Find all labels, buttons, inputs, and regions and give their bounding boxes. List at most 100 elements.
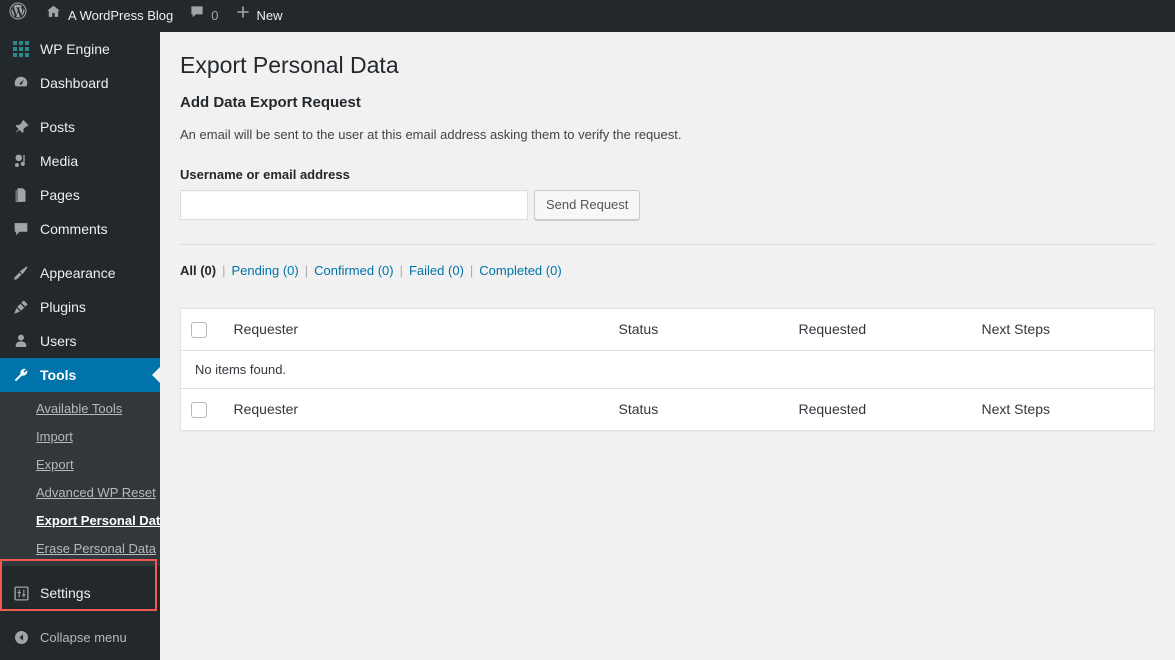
menu-separator [0, 246, 160, 256]
username-email-field-label: Username or email address [180, 166, 350, 182]
new-content-menu-item[interactable]: New [227, 0, 291, 32]
pages-icon [11, 185, 31, 205]
sidebar-item-label: Comments [40, 221, 108, 237]
export-requests-table: Requester Status Requested Next Steps No… [180, 307, 1155, 432]
table-head: Requester Status Requested Next Steps [180, 308, 1155, 351]
filter-link[interactable]: All (0) [180, 263, 216, 278]
table-header-row: Requester Status Requested Next Steps [180, 308, 1155, 351]
sidebar-item-label: Pages [40, 187, 80, 203]
sidebar-item-label: Tools [40, 367, 77, 383]
filter-failed[interactable]: Failed (0) | [409, 263, 479, 278]
menu-separator [0, 566, 160, 576]
select-all-checkbox[interactable] [191, 321, 207, 338]
sidebar-item-appearance[interactable]: Appearance [0, 256, 160, 290]
column-footer-requested[interactable]: Requested [788, 387, 972, 431]
column-header-requester[interactable]: Requester [223, 308, 609, 351]
sidebar-item-comments[interactable]: Comments [0, 212, 160, 246]
table-body: No items found. [181, 350, 1155, 388]
no-items-found-message: No items found. [195, 361, 287, 377]
sidebar-item-label: Dashboard [40, 75, 109, 91]
home-icon [45, 0, 62, 32]
submenu-item-import[interactable]: Import [0, 423, 160, 451]
sidebar-item-dashboard[interactable]: Dashboard [0, 66, 160, 100]
sidebar-item-settings[interactable]: Settings [0, 576, 160, 610]
submenu-item-export[interactable]: Export [0, 451, 160, 479]
collapse-menu-label: Collapse menu [40, 629, 127, 645]
filter-confirmed[interactable]: Confirmed (0) | [314, 263, 409, 278]
column-header-status[interactable]: Status [608, 308, 789, 351]
filter-pending[interactable]: Pending (0) | [232, 263, 315, 278]
select-all-footer[interactable] [180, 387, 224, 431]
comment-bubble-icon [189, 0, 205, 32]
add-request-form: Send Request [180, 189, 1155, 220]
status-filter-links: All (0) | Pending (0) | Confirmed (0) | … [180, 263, 1155, 278]
filter-separator: | [304, 262, 309, 278]
filter-link[interactable]: Completed (0) [479, 263, 561, 278]
sidebar-item-label: Plugins [40, 299, 86, 315]
sidebar-item-label: WP Engine [40, 41, 110, 57]
submenu-item-advanced-wp-reset[interactable]: Advanced WP Reset [0, 479, 160, 507]
plus-icon [235, 0, 251, 32]
sidebar-item-plugins[interactable]: Plugins [0, 290, 160, 324]
filter-link[interactable]: Failed (0) [409, 263, 464, 278]
comments-count: 0 [211, 8, 219, 23]
submenu-item-export-personal-data[interactable]: Export Personal Data [0, 507, 168, 535]
menu-separator [0, 610, 160, 620]
column-header-requested[interactable]: Requested [788, 308, 972, 351]
column-footer-status[interactable]: Status [608, 387, 789, 431]
table-empty-row: No items found. [181, 350, 1155, 388]
column-footer-next-steps[interactable]: Next Steps [971, 387, 1155, 431]
dashboard-gauge-icon [11, 73, 31, 93]
sidebar-item-label: Posts [40, 119, 76, 135]
sidebar-item-wp-engine[interactable]: WP Engine [0, 32, 160, 66]
submenu-item-erase-personal-data[interactable]: Erase Personal Data [0, 535, 160, 563]
admin-bar: A WordPress Blog 0 New [0, 0, 1175, 32]
select-all-header[interactable] [180, 308, 224, 351]
filter-separator: | [469, 262, 474, 278]
table-foot: Requester Status Requested Next Steps [180, 387, 1155, 431]
select-all-checkbox-footer[interactable] [191, 402, 207, 419]
section-description: An email will be sent to the user at thi… [180, 127, 682, 142]
collapse-menu-button[interactable]: Collapse menu [0, 620, 160, 654]
current-menu-arrow [152, 367, 160, 383]
sidebar-item-users[interactable]: Users [0, 324, 160, 358]
site-name-menu-item[interactable]: A WordPress Blog [37, 0, 181, 32]
paintbrush-icon [11, 263, 31, 283]
page-title: Export Personal Data [180, 52, 399, 78]
plug-icon [11, 297, 31, 317]
column-footer-requester[interactable]: Requester [223, 387, 609, 431]
filter-completed[interactable]: Completed (0) [479, 263, 561, 278]
collapse-arrow-icon [11, 627, 31, 647]
site-name-label: A WordPress Blog [68, 8, 174, 23]
wrench-icon [11, 365, 31, 385]
content-divider [180, 243, 1155, 245]
wp-engine-grid-icon [11, 39, 31, 59]
new-content-label: New [256, 8, 283, 23]
sidebar-item-label: Media [40, 153, 79, 169]
filter-link[interactable]: Confirmed (0) [314, 263, 393, 278]
section-title: Add Data Export Request [180, 94, 361, 111]
admin-sidebar-menu: WP Engine Dashboard Posts Media Pages Co… [0, 32, 168, 660]
tools-submenu: Available Tools Import Export Advanced W… [0, 392, 168, 566]
comments-menu-item[interactable]: 0 [181, 0, 226, 32]
sidebar-item-label: Users [40, 333, 77, 349]
send-request-button[interactable]: Send Request [534, 189, 641, 220]
sidebar-item-tools[interactable]: Tools [0, 358, 160, 392]
column-header-next-steps[interactable]: Next Steps [971, 308, 1155, 351]
sidebar-item-media[interactable]: Media [0, 144, 160, 178]
sidebar-item-posts[interactable]: Posts [0, 110, 160, 144]
username-or-email-input[interactable] [180, 189, 528, 220]
sidebar-item-pages[interactable]: Pages [0, 178, 160, 212]
pin-icon [11, 117, 31, 137]
wp-logo-menu-item[interactable] [0, 0, 37, 32]
filter-separator: | [399, 262, 403, 278]
user-icon [11, 331, 31, 351]
filter-link[interactable]: Pending (0) [232, 263, 299, 278]
submenu-item-available-tools[interactable]: Available Tools [0, 395, 160, 423]
table-footer-row: Requester Status Requested Next Steps [180, 387, 1155, 431]
filter-all[interactable]: All (0) | [180, 263, 232, 278]
main-content-area: Export Personal Data Add Data Export Req… [160, 32, 1175, 660]
settings-sliders-icon [11, 583, 31, 603]
sidebar-item-label: Appearance [40, 265, 116, 281]
media-icon [11, 151, 31, 171]
